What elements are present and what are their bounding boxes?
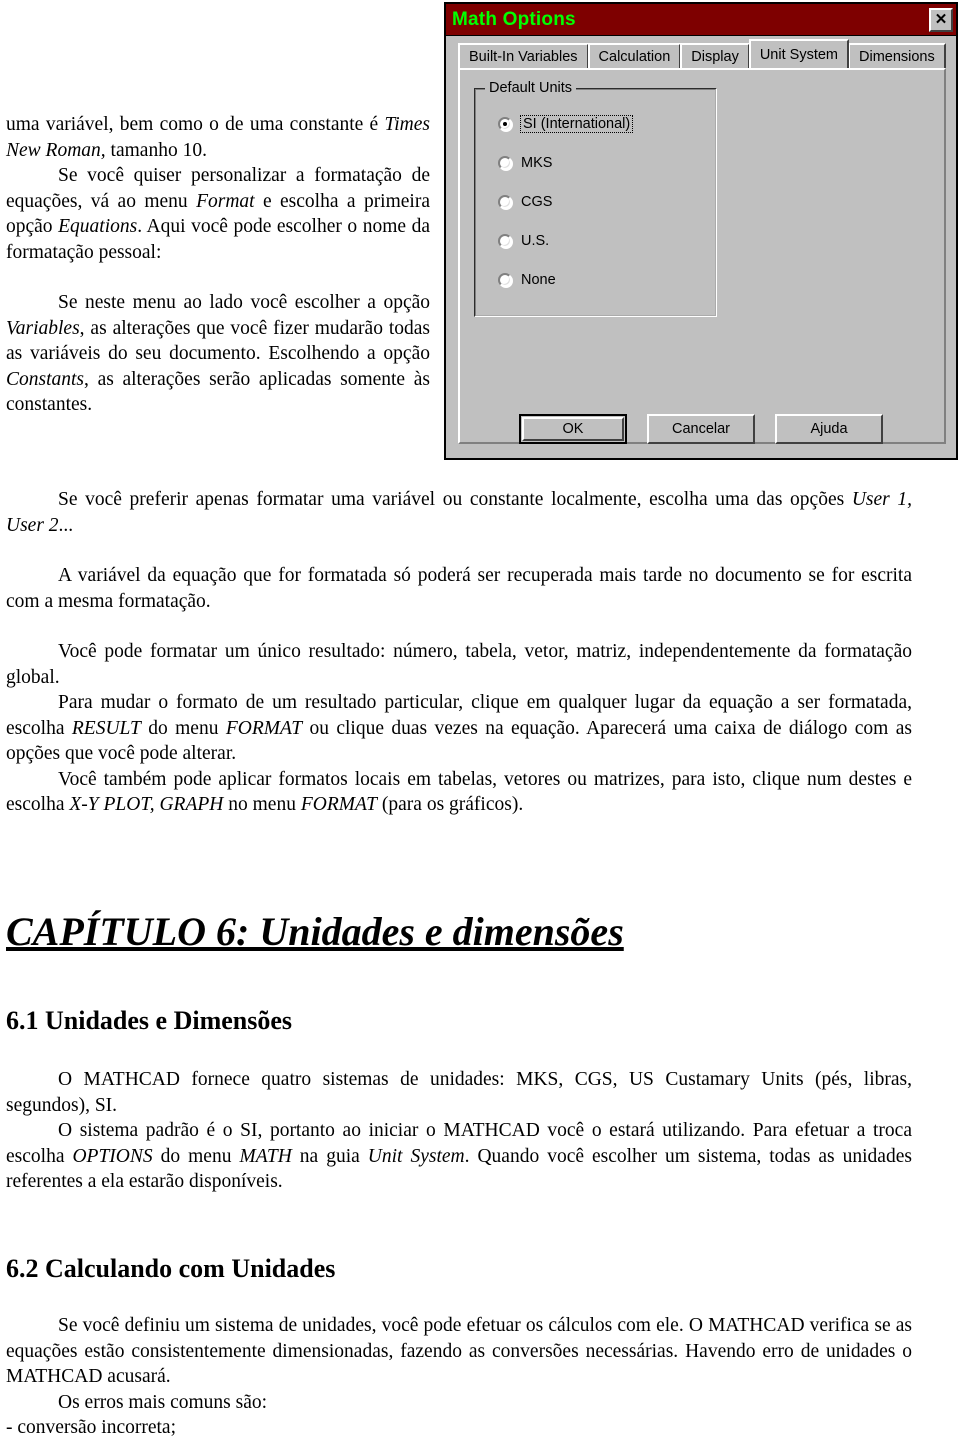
paragraph-3-italic-1: Variables: [6, 317, 80, 339]
radio-option-mks[interactable]: MKS: [498, 155, 552, 171]
paragraph-61-2-text-b: do menu: [152, 1145, 240, 1167]
paragraph-3: Se neste menu ao lado você escolher a op…: [6, 290, 430, 418]
paragraph-61-2-italic-3: Unit System: [367, 1145, 465, 1167]
radio-icon-si[interactable]: [498, 117, 512, 131]
paragraph-1: uma variável, bem como o de uma constant…: [6, 112, 430, 163]
section-heading-6-1: 6.1 Unidades e Dimensões: [6, 1006, 293, 1035]
paragraph-7-italic-2: FORMAT: [225, 717, 303, 739]
tab-panel-unit-system: Default Units SI (International) MKS CGS…: [458, 68, 946, 444]
tab-dimensions[interactable]: Dimensions: [848, 43, 946, 68]
dialog-title: Math Options: [452, 8, 576, 30]
paragraph-3-text-a: Se neste menu ao lado você escolher a op…: [58, 292, 430, 313]
radio-icon-us[interactable]: [498, 234, 512, 248]
dialog-titlebar: Math Options ✕: [446, 4, 956, 36]
paragraph-7: Para mudar o formato de um resultado par…: [6, 690, 912, 767]
paragraph-2-italic-1: Format: [196, 190, 255, 212]
paragraph-62-1: Se você definiu um sistema de unidades, …: [6, 1315, 912, 1387]
radio-label-mks: MKS: [521, 155, 553, 171]
paragraph-2: Se você quiser personalizar a formatação…: [6, 163, 430, 265]
text-block-top: uma variável, bem como o de uma constant…: [6, 112, 430, 418]
paragraph-61-2-italic-1: OPTIONS: [72, 1145, 153, 1167]
paragraph-4-text-a: Se você preferir apenas formatar uma var…: [58, 489, 852, 510]
radio-icon-mks[interactable]: [498, 156, 512, 170]
paragraph-8-text-b: no menu: [223, 794, 301, 815]
tab-calculation[interactable]: Calculation: [587, 43, 682, 68]
radio-option-us[interactable]: U.S.: [498, 233, 549, 249]
paragraph-61-2: O sistema padrão é o SI, portanto ao ini…: [6, 1118, 912, 1195]
help-button[interactable]: Ajuda: [775, 414, 883, 444]
radio-option-si[interactable]: SI (International): [498, 115, 634, 133]
paragraph-8-italic-2: FORMAT: [300, 794, 378, 815]
radio-option-cgs[interactable]: CGS: [498, 194, 552, 210]
radio-option-none[interactable]: None: [498, 272, 556, 288]
paragraph-3-italic-2: Constants: [6, 368, 85, 390]
paragraph-61-2-text-c: na guia: [291, 1145, 368, 1167]
paragraph-8: Você também pode aplicar formatos locais…: [6, 767, 912, 818]
paragraph-1-text-b: tamanho 10.: [105, 139, 207, 161]
radio-label-si: SI (International): [519, 115, 634, 133]
paragraph-61-2-italic-2: MATH: [239, 1145, 292, 1167]
tab-built-in-variables[interactable]: Built-In Variables: [458, 43, 589, 68]
default-units-groupbox: Default Units SI (International) MKS CGS…: [474, 80, 717, 317]
paragraph-61-1: O MATHCAD fornece quatro sistemas de uni…: [6, 1069, 912, 1116]
section-heading-6-2: 6.2 Calculando com Unidades: [6, 1254, 336, 1283]
paragraph-7-text-b: do menu: [140, 717, 226, 739]
tab-display[interactable]: Display: [680, 43, 750, 68]
paragraph-8-italic-1: X-Y PLOT, GRAPH: [69, 794, 224, 815]
default-units-label: Default Units: [485, 80, 577, 96]
dialog-tabs: Built-In Variables Calculation Display U…: [446, 38, 956, 68]
radio-icon-none[interactable]: [498, 273, 512, 287]
text-block-middle: Se você preferir apenas formatar uma var…: [6, 487, 912, 818]
tab-unit-system[interactable]: Unit System: [748, 39, 849, 68]
paragraph-4: Se você preferir apenas formatar uma var…: [6, 487, 912, 538]
radio-label-us: U.S.: [521, 233, 550, 249]
paragraph-6: Você pode formatar um único resultado: n…: [6, 641, 912, 688]
chapter-title: CAPÍTULO 6: Unidades e dimensões: [6, 909, 624, 954]
radio-label-cgs: CGS: [521, 194, 553, 210]
paragraph-7-italic-1: RESULT: [71, 717, 141, 739]
radio-icon-cgs[interactable]: [498, 195, 512, 209]
dialog-button-row: OK Cancelar Ajuda: [446, 414, 956, 444]
paragraph-62-3: - conversão incorreta;: [6, 1417, 176, 1438]
paragraph-2-italic-2: Equations: [58, 216, 138, 237]
paragraph-62-2: Os erros mais comuns são:: [58, 1391, 268, 1413]
text-block-6-2: Se você definiu um sistema de unidades, …: [6, 1313, 912, 1441]
close-icon[interactable]: ✕: [929, 7, 953, 32]
paragraph-4-text-b: ...: [58, 514, 74, 536]
cancel-button[interactable]: Cancelar: [647, 414, 755, 444]
ok-button[interactable]: OK: [519, 414, 627, 444]
paragraph-8-text-c: (para os gráficos).: [377, 794, 524, 815]
math-options-dialog: Math Options ✕ Built-In Variables Calcul…: [444, 2, 958, 460]
paragraph-1-text-a: uma variável, bem como o de uma constant…: [6, 114, 385, 135]
text-block-6-1: O MATHCAD fornece quatro sistemas de uni…: [6, 1067, 912, 1195]
paragraph-5: A variável da equação que for formatada …: [6, 565, 912, 612]
ok-button-label: OK: [522, 417, 624, 441]
radio-label-none: None: [521, 272, 556, 288]
